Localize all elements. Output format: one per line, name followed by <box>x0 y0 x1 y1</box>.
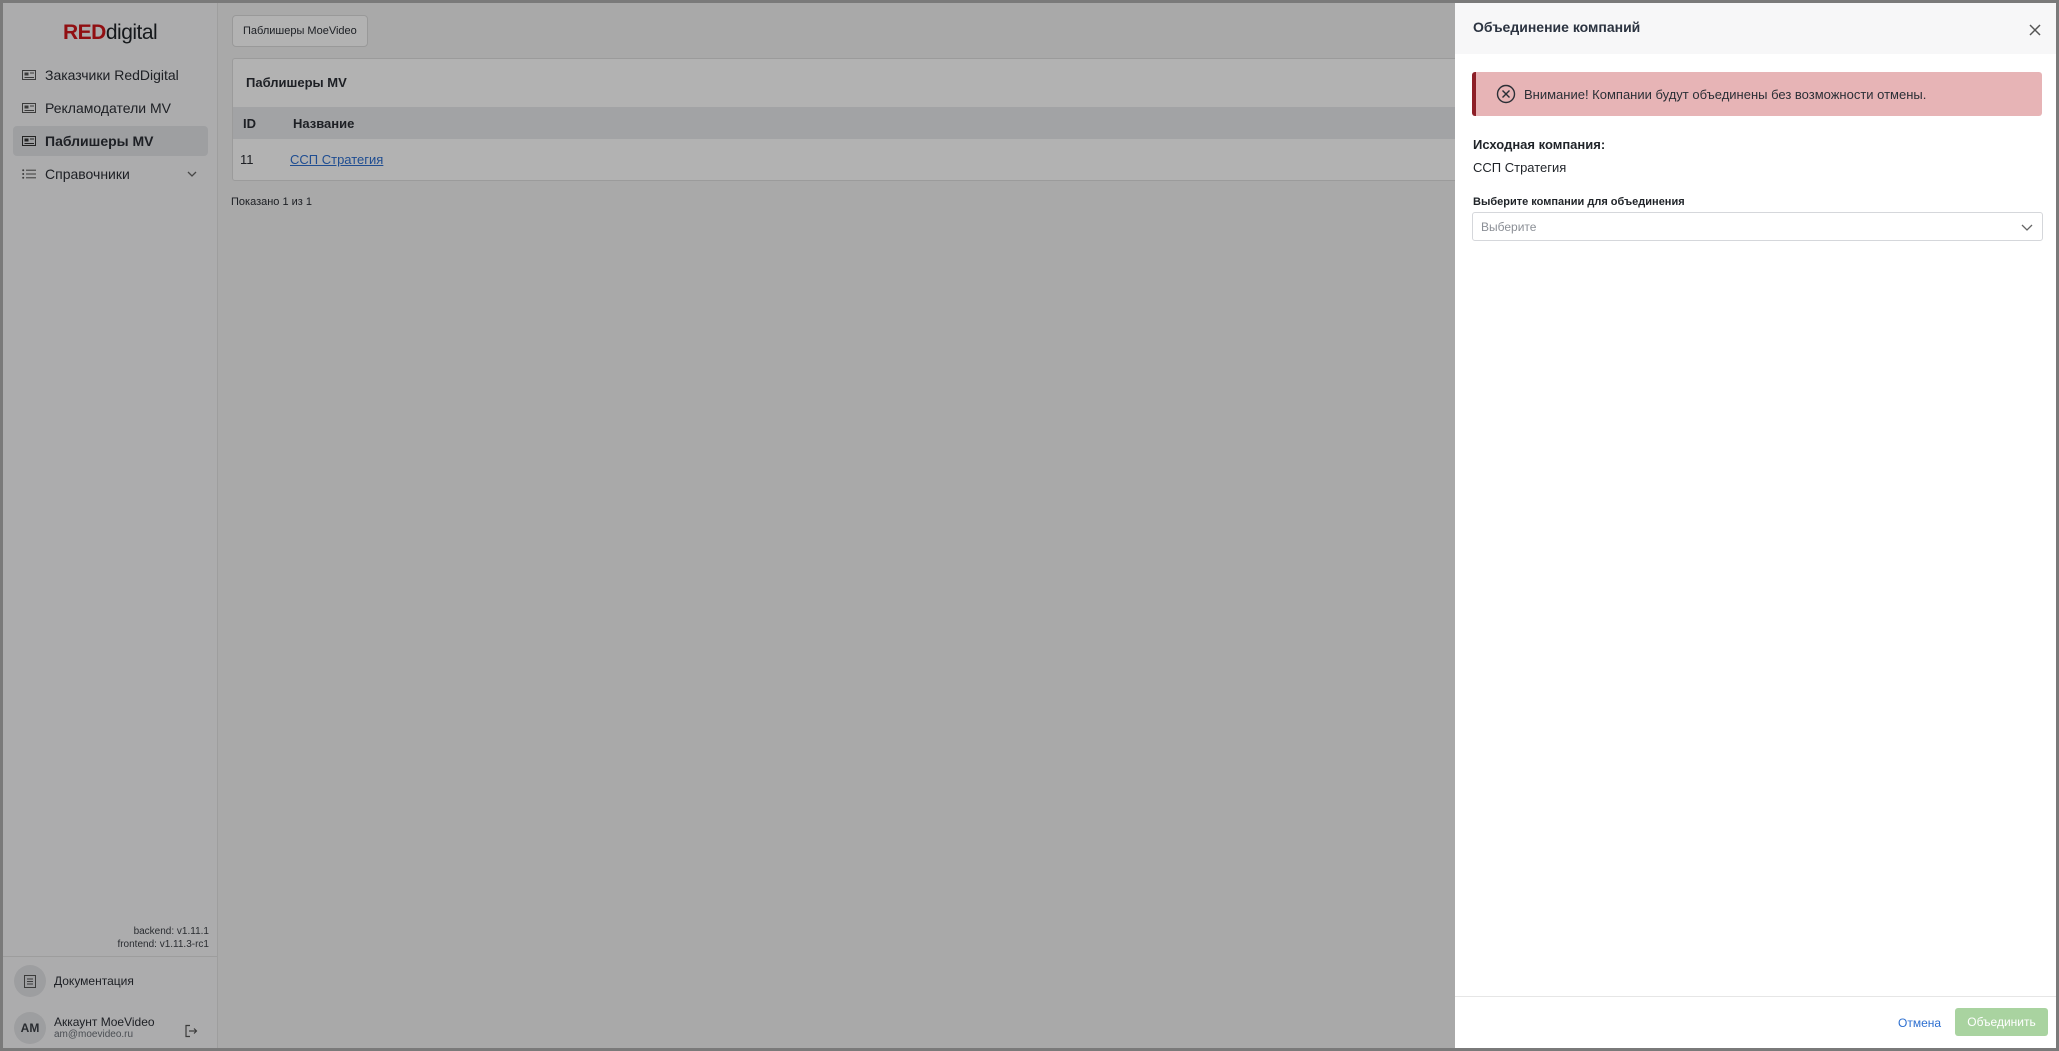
merge-companies-select[interactable]: Выберите <box>1472 212 2043 241</box>
warning-alert: Внимание! Компании будут объединены без … <box>1472 72 2042 116</box>
source-company-value: ССП Стратегия <box>1473 160 1567 175</box>
alert-text: Внимание! Компании будут объединены без … <box>1524 86 1927 102</box>
merge-select-label: Выберите компании для объединения <box>1473 196 1685 208</box>
drawer-header: Объединение компаний <box>1455 3 2056 54</box>
cancel-button[interactable]: Отмена <box>1890 1010 1949 1036</box>
drawer-title: Объединение компаний <box>1473 19 1641 35</box>
app-window: REDdigital Заказчики RedDigital Рекламод… <box>3 3 2056 1048</box>
merge-button[interactable]: Объединить <box>1955 1008 2048 1036</box>
drawer-footer: Отмена Объединить <box>1455 996 2056 1048</box>
source-company-label: Исходная компания: <box>1473 137 1606 152</box>
close-icon <box>2029 24 2041 36</box>
select-placeholder: Выберите <box>1481 219 1537 234</box>
error-circle-icon <box>1496 84 1516 104</box>
merge-drawer: Объединение компаний Внимание! Компании … <box>1455 3 2056 1048</box>
close-button[interactable] <box>2024 19 2046 41</box>
chevron-down-icon <box>2021 224 2033 231</box>
